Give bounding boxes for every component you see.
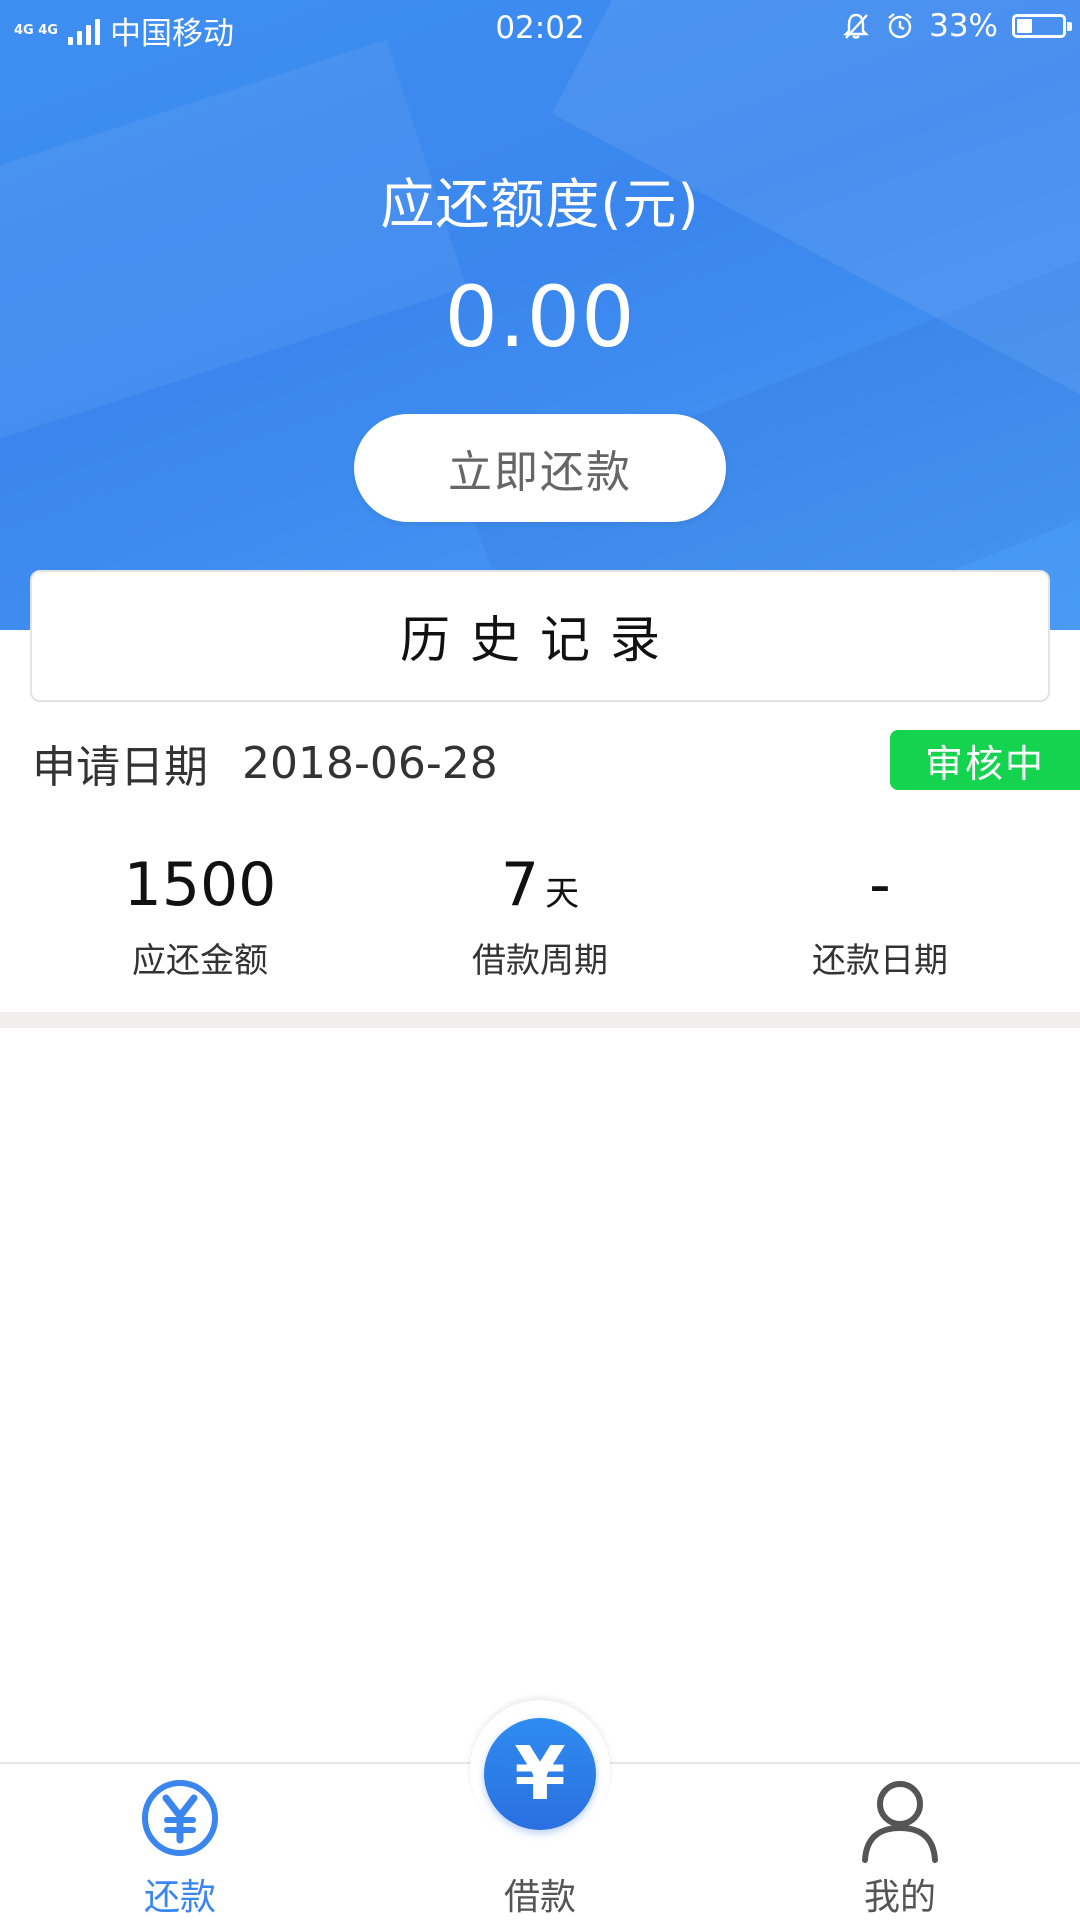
stat-value: 7天	[370, 845, 710, 925]
alarm-icon	[885, 11, 915, 41]
status-right: 33%	[841, 8, 1072, 44]
amount-due-number: 1500	[123, 850, 277, 920]
battery-icon	[1012, 14, 1072, 38]
stat-label: 借款周期	[472, 941, 608, 981]
battery-level	[1017, 19, 1032, 33]
loan-period-unit: 天	[545, 874, 580, 914]
repayment-header: 4G 4G 中国移动 02:02 33% 应还额度(元) 0.00 立即还款	[0, 0, 1080, 630]
status-bar: 4G 4G 中国移动 02:02 33%	[0, 0, 1080, 58]
amount-due-title: 应还额度(元)	[380, 173, 700, 236]
header-decoration	[0, 39, 467, 461]
tab-mine-label: 我的	[863, 1877, 936, 1918]
stat-value: 1500	[30, 845, 370, 925]
battery-percent: 33%	[929, 8, 998, 44]
yen-filled-circle-icon[interactable]: ¥	[484, 1718, 596, 1830]
yen-circle-icon	[142, 1780, 218, 1856]
application-date-label: 申请日期	[32, 742, 208, 793]
loan-period-number: 7	[500, 850, 540, 920]
stat-amount-due: 1500 应还金额	[30, 845, 370, 982]
status-badge: 审核中	[890, 730, 1080, 790]
history-records-header[interactable]: 历史记录	[30, 570, 1050, 702]
stat-value: -	[710, 845, 1050, 925]
stat-loan-period: 7天 借款周期	[370, 845, 710, 982]
repay-now-button[interactable]: 立即还款	[354, 414, 726, 522]
user-icon	[862, 1781, 938, 1863]
application-date-value: 2018-06-28	[242, 737, 498, 789]
tab-mine[interactable]: 我的	[780, 1764, 1020, 1920]
stat-label: 还款日期	[812, 941, 948, 981]
tab-repay-label: 还款	[143, 1877, 216, 1918]
mute-bell-icon	[841, 11, 871, 41]
app-screen: 4G 4G 中国移动 02:02 33% 应还额度(元) 0.00 立即还款 历…	[0, 0, 1080, 1920]
record-stats: 1500 应还金额 7天 借款周期 - 还款日期	[0, 845, 1080, 1005]
stat-label: 应还金额	[132, 941, 268, 981]
section-divider	[0, 1012, 1080, 1028]
tab-repay[interactable]: 还款	[60, 1764, 300, 1920]
tab-borrow-label: 借款	[503, 1877, 576, 1918]
repayment-date-value: -	[869, 850, 891, 920]
amount-due-value: 0.00	[444, 268, 636, 366]
application-date-row: 申请日期 2018-06-28	[32, 730, 498, 796]
stat-repayment-date: - 还款日期	[710, 845, 1050, 982]
